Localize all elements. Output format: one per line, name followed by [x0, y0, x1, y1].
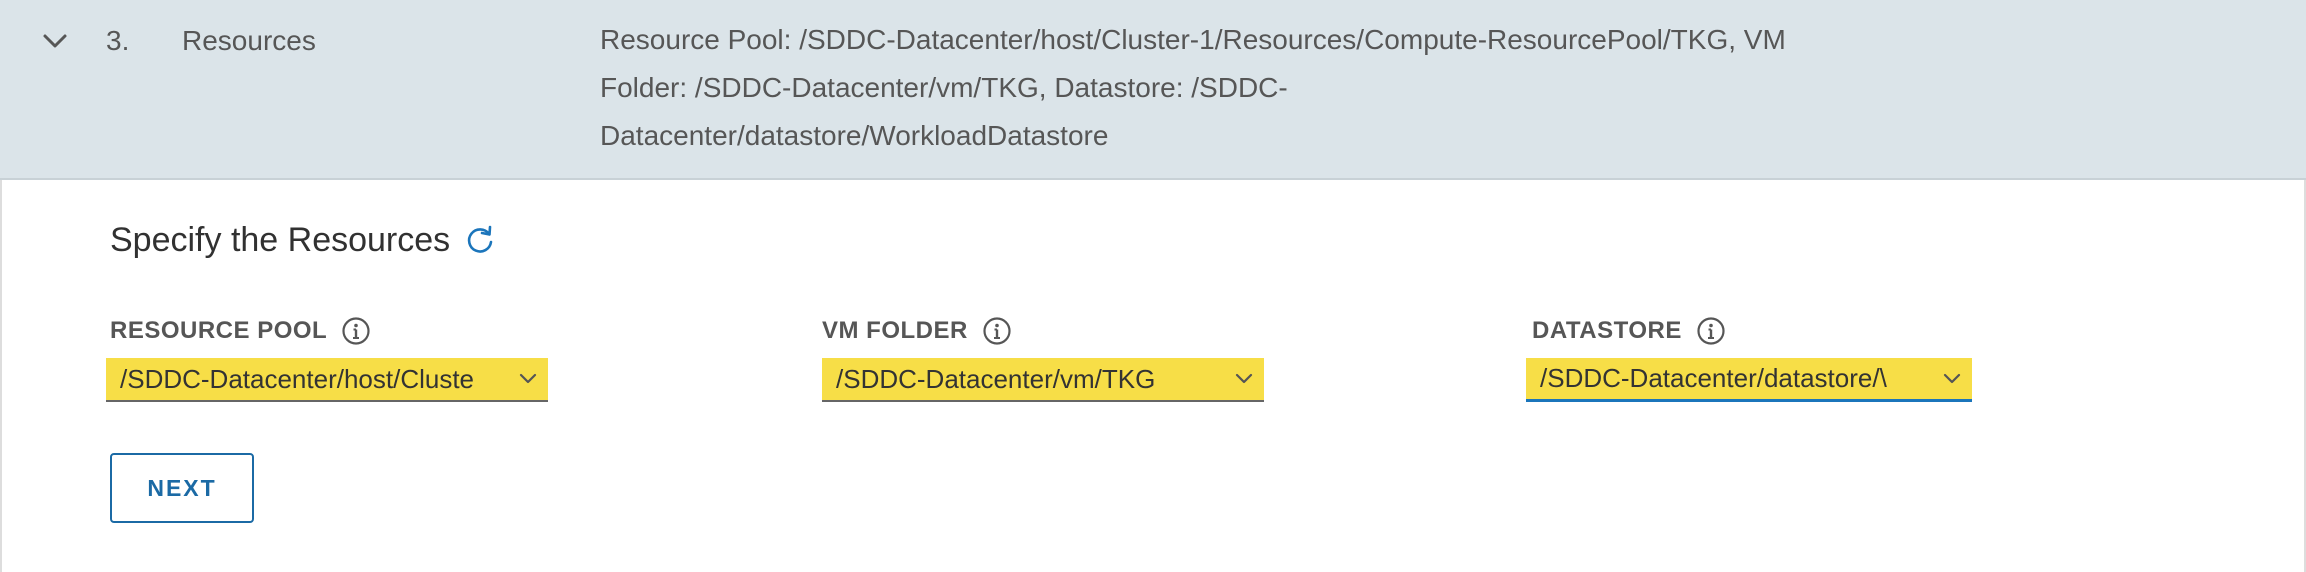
step-header[interactable]: 3. Resources Resource Pool: /SDDC-Datace… — [0, 0, 2306, 180]
card-border-left — [0, 180, 2, 572]
chevron-down-icon[interactable] — [38, 24, 72, 58]
datastore-label: DATASTORE — [1532, 314, 1726, 348]
section-title: Specify the Resources — [110, 218, 496, 262]
datastore-value: /SDDC-Datacenter/datastore/\ — [1540, 363, 1887, 393]
step-summary-line: Datacenter/datastore/WorkloadDatastore — [600, 120, 1109, 151]
step-summary: Resource Pool: /SDDC-Datacenter/host/Clu… — [600, 16, 1900, 160]
step-title: Resources — [182, 25, 316, 56]
step-number: 3. — [106, 25, 130, 56]
resource-pool-label-text: RESOURCE POOL — [110, 317, 328, 344]
resource-pool-value: /SDDC-Datacenter/host/Cluste — [120, 363, 475, 394]
refresh-icon[interactable] — [464, 224, 496, 256]
resource-pool-select[interactable]: /SDDC-Datacenter/host/Cluste — [106, 358, 548, 402]
section-title-text: Specify the Resources — [110, 221, 451, 259]
datastore-label-text: DATASTORE — [1532, 317, 1682, 344]
info-icon[interactable] — [341, 316, 371, 346]
vm-folder-label: VM FOLDER — [822, 314, 1012, 348]
vm-folder-select[interactable]: /SDDC-Datacenter/vm/TKG — [822, 358, 1264, 402]
resources-step-page: 3. Resources Resource Pool: /SDDC-Datace… — [0, 0, 2306, 572]
resource-pool-label: RESOURCE POOL — [110, 314, 371, 348]
info-icon[interactable] — [982, 316, 1012, 346]
datastore-select[interactable]: /SDDC-Datacenter/datastore/\ — [1526, 358, 1972, 402]
vm-folder-label-text: VM FOLDER — [822, 317, 968, 344]
next-button[interactable]: NEXT — [110, 453, 254, 523]
vm-folder-value: /SDDC-Datacenter/vm/TKG — [836, 363, 1156, 394]
info-icon[interactable] — [1696, 316, 1726, 346]
chevron-down-icon — [1932, 359, 1972, 399]
chevron-down-icon — [508, 359, 548, 399]
chevron-down-icon — [1224, 359, 1264, 399]
step-summary-line: Folder: /SDDC-Datacenter/vm/TKG, Datasto… — [600, 72, 1288, 103]
step-summary-line: Resource Pool: /SDDC-Datacenter/host/Clu… — [600, 24, 1786, 55]
